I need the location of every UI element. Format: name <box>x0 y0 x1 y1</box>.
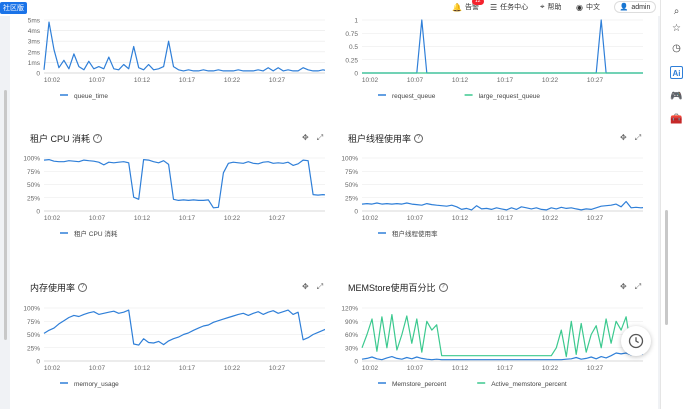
x-tick-label: 10:12 <box>134 365 151 372</box>
panel-title-text: MEMStore使用百分比 <box>348 283 436 293</box>
panel-title-memory-usage: 内存使用率? <box>30 281 88 294</box>
user-menu[interactable]: 👤 admin <box>614 1 656 13</box>
panel-tools: ✥ ⤢ <box>620 282 641 292</box>
drag-move-icon[interactable]: ✥ <box>302 282 309 292</box>
app-root: 社区版 🔔 告警 12 ☰ 任务中心 ⌖ 帮助 ◉ 中文 👤 admin 0 1m… <box>0 0 690 409</box>
globe-icon: ◉ <box>576 2 583 12</box>
edition-badge: 社区版 <box>0 2 27 14</box>
y-tick-label: 90% <box>345 319 358 326</box>
x-tick-label: 10:27 <box>587 365 604 372</box>
y-tick-label: 100% <box>23 306 40 313</box>
clock-icon <box>628 333 644 349</box>
help-button[interactable]: ⌖ 帮助 <box>540 2 562 12</box>
panel-title-text: 内存使用率 <box>30 283 76 293</box>
legend-item-label[interactable]: memory_usage <box>74 381 119 388</box>
help-label: 帮助 <box>547 4 562 11</box>
chart-memstore[interactable]: 0 30% 60% 90% 120% 10:02 10:07 10:12 10:17 10:22 1… <box>328 304 643 404</box>
alarm-count-badge: 12 <box>472 0 484 5</box>
x-tick-label: 10:22 <box>224 365 241 372</box>
x-tick-label: 10:02 <box>362 365 379 372</box>
y-tick-label: 75% <box>27 319 40 326</box>
dashboard-content: 0 1ms 2ms 3ms 4ms 5ms 10:02 10:07 10:12 10:17 10:2… <box>10 16 658 409</box>
ai-icon[interactable]: Ai <box>670 66 683 79</box>
user-icon: 👤 <box>619 4 629 11</box>
task-center-button[interactable]: ☰ 任务中心 <box>490 2 528 12</box>
x-tick-label: 10:07 <box>407 365 424 372</box>
x-tick-label: 10:12 <box>452 365 469 372</box>
task-center-label: 任务中心 <box>500 4 529 11</box>
bell-icon: 🔔 <box>452 2 462 12</box>
gamepad-icon[interactable]: 🎮 <box>670 90 683 103</box>
right-rail: ⌕ ☆ ◷ Ai 🎮 🧰 <box>660 0 690 409</box>
panel-memory-usage: 内存使用率? ✥ ⤢ 0 25% 50% 75% 100% 10:02 10:07 10:12 10:… <box>10 16 325 409</box>
x-tick-label: 10:07 <box>89 365 106 372</box>
x-tick-label: 10:17 <box>497 365 514 372</box>
y-tick-label: 120% <box>341 306 358 313</box>
fullscreen-icon[interactable]: ⤢ <box>635 282 641 292</box>
x-tick-label: 10:17 <box>179 365 196 372</box>
user-name: admin <box>631 3 651 11</box>
legend-item-label[interactable]: Memstore_percent <box>392 381 446 388</box>
x-tick-label: 10:02 <box>44 365 61 372</box>
help-circle-icon[interactable]: ? <box>78 283 88 292</box>
y-tick-label: 30% <box>345 345 358 352</box>
series-line-2[interactable] <box>361 314 643 358</box>
y-tick-label: 25% <box>27 345 40 352</box>
toolbox-icon[interactable]: 🧰 <box>670 113 683 126</box>
left-scrollbar[interactable] <box>4 90 7 340</box>
right-scrollbar[interactable] <box>665 210 668 325</box>
help-circle-icon[interactable]: ? <box>438 283 448 292</box>
history-fab[interactable] <box>621 326 651 356</box>
location-pin-icon: ⌖ <box>540 2 545 11</box>
legend-item-label[interactable]: Active_memstore_percent <box>491 381 567 388</box>
y-tick-label: 60% <box>345 332 358 339</box>
x-tick-label: 10:22 <box>542 365 559 372</box>
language-button[interactable]: ◉ 中文 <box>576 2 600 12</box>
star-icon[interactable]: ☆ <box>670 22 683 35</box>
panel-title-memstore: MEMStore使用百分比? <box>348 281 448 294</box>
series-line-1[interactable] <box>43 309 325 346</box>
x-tick-label: 10:27 <box>269 365 286 372</box>
chart-memory-usage[interactable]: 0 25% 50% 75% 100% 10:02 10:07 10:12 10:17 10:22 1… <box>10 304 325 404</box>
panel-tools: ✥ ⤢ <box>302 282 323 292</box>
language-label: 中文 <box>585 4 600 11</box>
y-tick-label: 0 <box>36 359 40 366</box>
drag-move-icon[interactable]: ✥ <box>620 282 627 292</box>
fullscreen-icon[interactable]: ⤢ <box>317 282 323 292</box>
search-icon[interactable]: ⌕ <box>670 5 683 18</box>
list-icon: ☰ <box>490 2 498 12</box>
clock-history-icon[interactable]: ◷ <box>670 42 683 55</box>
top-bar: 社区版 🔔 告警 12 ☰ 任务中心 ⌖ 帮助 ◉ 中文 👤 admin <box>0 0 660 16</box>
series-line-1[interactable] <box>361 352 643 361</box>
y-tick-label: 50% <box>27 332 40 339</box>
panel-memstore: MEMStore使用百分比? ✥ ⤢ 0 30% 60% 90% 120% 10:02 10:07… <box>328 16 643 409</box>
y-tick-label: 0 <box>354 359 358 366</box>
